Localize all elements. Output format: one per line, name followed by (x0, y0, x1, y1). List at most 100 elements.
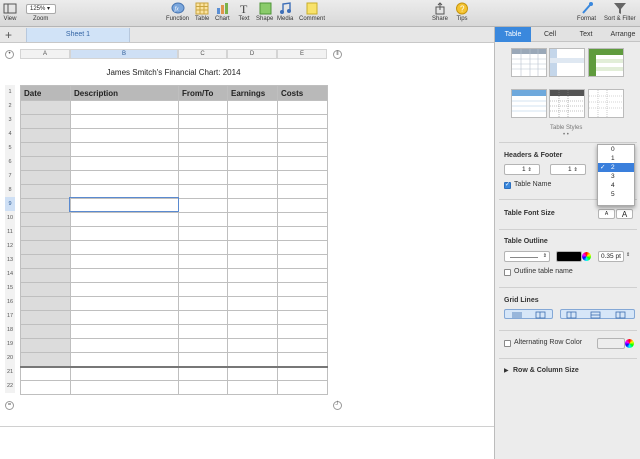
table-cell[interactable] (20, 240, 71, 255)
row-header[interactable]: 3 (5, 113, 15, 127)
table-cell[interactable] (20, 254, 71, 269)
table-cell[interactable] (277, 184, 328, 199)
header-cell-date[interactable]: Date (20, 85, 71, 101)
stepper-icon[interactable]: ⇕ (626, 252, 630, 258)
table-cell[interactable] (277, 170, 328, 185)
outline-width-field[interactable]: 0.35 pt (598, 251, 624, 262)
text-button[interactable]: T Text (237, 2, 251, 22)
menu-item-1[interactable]: 1 (598, 154, 634, 163)
selected-cell-b9[interactable] (69, 197, 179, 212)
add-sheet-icon[interactable]: + (5, 28, 12, 42)
table-style-1[interactable] (511, 48, 547, 77)
table-cell[interactable] (70, 268, 179, 283)
column-resize-handle-icon[interactable]: ‖ (333, 50, 342, 59)
grid-lines-table-segment[interactable] (504, 309, 553, 319)
shape-button[interactable]: Shape (256, 2, 273, 22)
row-header[interactable]: 12 (5, 239, 15, 253)
table-style-6[interactable] (588, 89, 624, 118)
table-cell[interactable] (277, 226, 328, 241)
share-button[interactable]: Share (432, 2, 448, 22)
table-cell[interactable] (20, 365, 71, 381)
table-cell[interactable] (178, 296, 228, 311)
color-wheel-icon[interactable] (582, 252, 591, 261)
table-cell[interactable] (178, 156, 228, 171)
format-button[interactable]: Format (577, 2, 596, 22)
table-button[interactable]: Table (195, 2, 209, 22)
decrease-font-button[interactable]: A (598, 209, 615, 219)
row-header[interactable]: 9 (5, 197, 15, 211)
outline-color-well[interactable] (556, 251, 582, 262)
menu-item-4[interactable]: 4 (598, 181, 634, 190)
table-cell[interactable] (178, 282, 228, 297)
table-cell[interactable] (277, 324, 328, 339)
table-cell[interactable] (20, 380, 71, 395)
increase-font-button[interactable]: A (616, 209, 633, 219)
table-cell[interactable] (277, 338, 328, 353)
table-cell[interactable] (227, 100, 278, 115)
table-cell[interactable] (227, 310, 278, 325)
table-cell[interactable] (227, 352, 278, 367)
row-header[interactable]: 7 (5, 169, 15, 183)
table-cell[interactable] (178, 212, 228, 227)
table-cell[interactable] (277, 352, 328, 367)
disclosure-triangle-icon[interactable]: ▶ (504, 367, 509, 374)
table-cell[interactable] (178, 254, 228, 269)
table-cell[interactable] (20, 128, 71, 143)
page-dots[interactable]: • • (563, 132, 569, 138)
tab-text[interactable]: Text (569, 27, 603, 42)
tips-button[interactable]: ? Tips (455, 2, 469, 22)
footer-rows-menu[interactable]: 0 1 ✓ 2 3 4 5 (597, 144, 635, 206)
table-cell[interactable] (277, 240, 328, 255)
column-header-e[interactable]: E (277, 49, 327, 59)
table-cell[interactable] (277, 254, 328, 269)
row-header[interactable]: 15 (5, 281, 15, 295)
outline-style-select[interactable]: ⇕ (504, 251, 550, 262)
tab-sheet-1[interactable]: Sheet 1 (26, 28, 130, 42)
table-cell[interactable] (277, 128, 328, 143)
table-style-3[interactable] (588, 48, 624, 77)
table-cell[interactable] (227, 380, 278, 395)
table-cell[interactable] (227, 282, 278, 297)
table-cell[interactable] (227, 324, 278, 339)
table-cell[interactable] (227, 365, 278, 381)
table-cell[interactable] (70, 240, 179, 255)
table-cell[interactable] (70, 100, 179, 115)
comment-button[interactable]: Comment (299, 2, 325, 22)
table-cell[interactable] (20, 296, 71, 311)
table-name-checkbox[interactable]: ✓ (504, 182, 511, 189)
color-wheel-icon[interactable] (625, 339, 634, 348)
header-columns-stepper[interactable]: 1 ⇕ (550, 164, 586, 175)
table-cell[interactable] (227, 198, 278, 213)
table-cell[interactable] (178, 324, 228, 339)
table-cell[interactable] (227, 156, 278, 171)
table-cell[interactable] (227, 338, 278, 353)
table-cell[interactable] (20, 310, 71, 325)
header-rows-stepper[interactable]: 1 ⇕ (504, 164, 540, 175)
table-cell[interactable] (20, 212, 71, 227)
table-cell[interactable] (178, 128, 228, 143)
table-cell[interactable] (20, 142, 71, 157)
table-cell[interactable] (20, 114, 71, 129)
table-cell[interactable] (178, 338, 228, 353)
row-header[interactable]: 20 (5, 351, 15, 365)
table-cell[interactable] (70, 296, 179, 311)
function-button[interactable]: fx Function (166, 2, 189, 22)
table-cell[interactable] (178, 226, 228, 241)
table-cell[interactable] (277, 212, 328, 227)
table-cell[interactable] (277, 310, 328, 325)
table-cell[interactable] (70, 338, 179, 353)
table-cell[interactable] (277, 156, 328, 171)
table-cell[interactable] (70, 352, 179, 367)
table-cell[interactable] (277, 142, 328, 157)
row-column-size-label[interactable]: Row & Column Size (513, 367, 579, 374)
grid-lines-header-segment[interactable] (560, 309, 635, 319)
outline-name-checkbox[interactable] (504, 269, 511, 276)
table-cell[interactable] (227, 296, 278, 311)
table-cell[interactable] (227, 254, 278, 269)
column-header-d[interactable]: D (227, 49, 277, 59)
table-cell[interactable] (178, 268, 228, 283)
table-cell[interactable] (227, 226, 278, 241)
table-cell[interactable] (70, 365, 179, 381)
media-button[interactable]: Media (277, 2, 293, 22)
menu-item-0[interactable]: 0 (598, 145, 634, 154)
